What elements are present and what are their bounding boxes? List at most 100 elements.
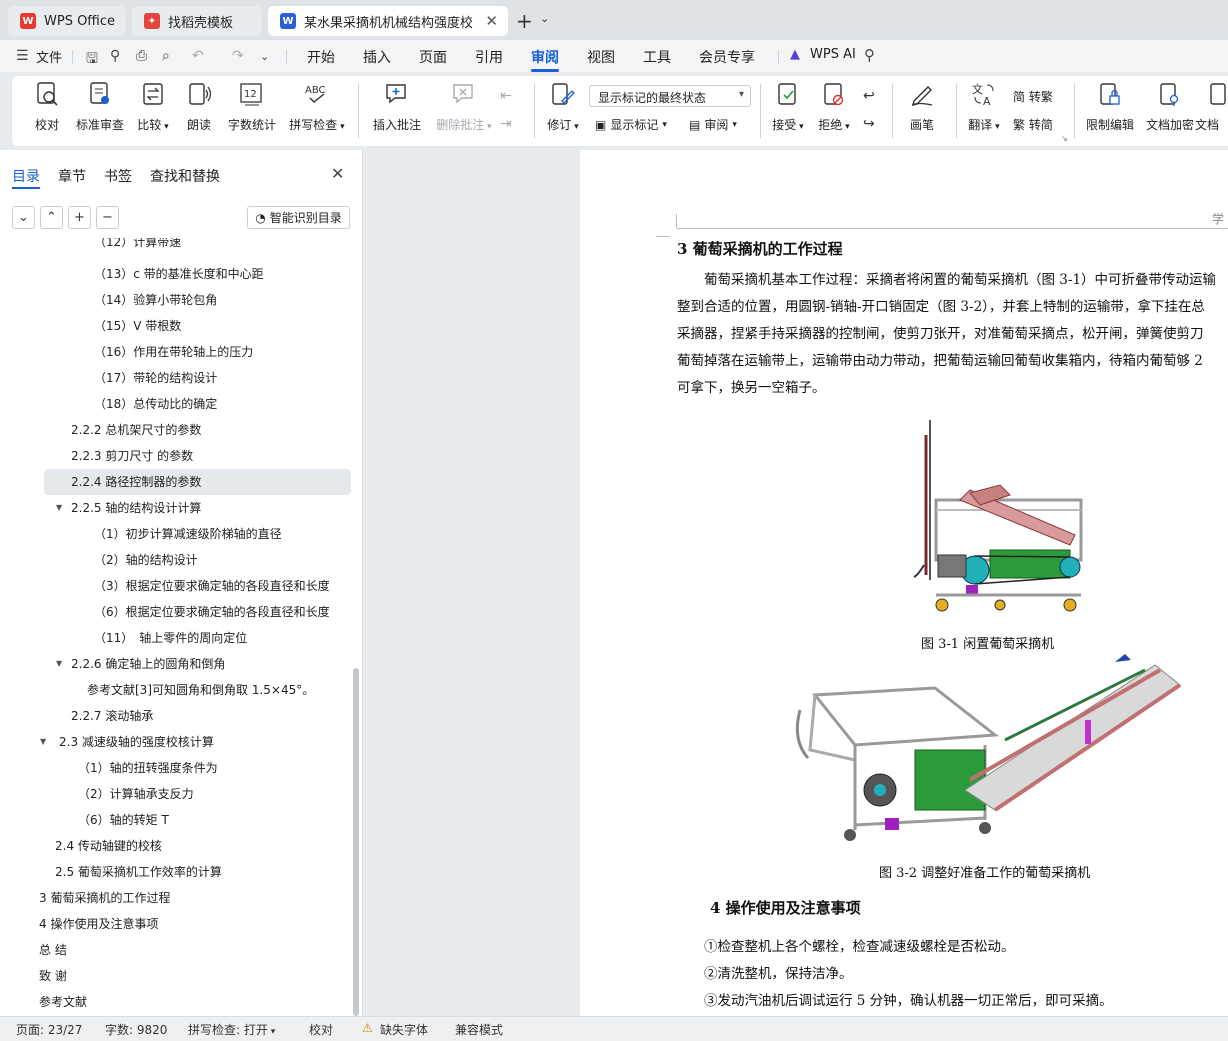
expand-group-icon[interactable]: ↘ [1061, 134, 1068, 143]
share-icon[interactable]: ⚲ [110, 48, 120, 64]
toc-scrollbar[interactable] [353, 668, 359, 1016]
menu-review[interactable]: 审阅 [531, 47, 559, 67]
menu-tools[interactable]: 工具 [643, 47, 671, 67]
restrict-edit-button[interactable]: 限制编辑 [1079, 80, 1141, 133]
add-heading-button[interactable]: + [68, 206, 91, 229]
menu-member[interactable]: 会员专享 [699, 47, 755, 67]
toc-item[interactable]: ▼ 2.2.5 轴的结构设计计算 [56, 495, 201, 521]
menu-insert[interactable]: 插入 [363, 47, 391, 67]
hamburger-menu-icon[interactable]: ☰ [16, 48, 29, 64]
menu-home[interactable]: 开始 [307, 47, 335, 67]
pen-button[interactable]: 画笔 [891, 80, 953, 133]
menu-view[interactable]: 视图 [587, 47, 615, 67]
redo-icon[interactable]: ↷ [232, 48, 244, 64]
toc-item[interactable]: ▼ 2.3 减速级轴的强度校核计算 [40, 729, 214, 755]
review-pane-button[interactable]: ▤ 审阅 ▾ [689, 116, 737, 133]
remove-heading-button[interactable]: − [96, 206, 119, 229]
toc-item[interactable]: 2.2.3 剪刀尺寸 的参数 [71, 443, 193, 469]
toc-item[interactable]: 总 结 [39, 937, 67, 963]
toc-item[interactable]: （13）c 带的基准长度和中心距 [94, 261, 264, 287]
toc-item[interactable]: （2）轴的结构设计 [94, 547, 198, 573]
expand-triangle-icon[interactable]: ▼ [56, 651, 62, 677]
nav-tab-find-replace[interactable]: 查找和替换 [150, 166, 220, 186]
paragraph-line: 整到合适的位置，用圆钢-销轴-开口销固定（图 3-2），并套上特制的运输带，拿下… [677, 299, 1205, 315]
previous-comment-icon[interactable]: ⇤ [500, 88, 512, 104]
show-markup-button[interactable]: ▣ 显示标记 ▾ [595, 116, 667, 133]
spell-check-status[interactable]: 拼写检查: 打开 ▾ [188, 1021, 275, 1038]
reject-button[interactable]: 拒绝 ▾ [803, 80, 865, 133]
document-more-button[interactable]: 文档 [1195, 80, 1228, 133]
print-icon[interactable]: ⎙ [136, 48, 147, 64]
toc-item[interactable]: （18）总传动比的确定 [94, 391, 217, 417]
menu-references[interactable]: 引用 [475, 47, 503, 67]
markup-state-select[interactable]: 显示标记的最终状态 ▾ [589, 85, 751, 107]
standard-review-icon [87, 80, 113, 108]
nav-tab-chapters[interactable]: 章节 [58, 166, 86, 186]
expand-triangle-icon[interactable]: ▼ [40, 729, 46, 755]
toc-item[interactable]: 2.2.2 总机架尺寸的参数 [71, 417, 201, 443]
simplified-to-traditional-button[interactable]: 简 转繁 [1013, 88, 1053, 105]
encrypt-document-button[interactable]: 文档加密 [1139, 80, 1201, 133]
proofread-status[interactable]: 校对 [309, 1021, 333, 1038]
insert-comment-button[interactable]: 插入批注 [366, 80, 428, 133]
chevron-down-icon[interactable]: ⌄ [540, 12, 549, 25]
toc-item[interactable]: 3 葡萄采摘机的工作过程 [39, 885, 170, 911]
smart-toc-button[interactable]: ◔ 智能识别目录 [247, 206, 350, 229]
toc-item[interactable]: （6）根据定位要求确定轴的各段直径和长度 [94, 599, 330, 625]
missing-font-status[interactable]: 缺失字体 [380, 1021, 428, 1038]
more-quick-actions-icon[interactable]: ⌄ [260, 50, 269, 63]
toc-item[interactable]: （6）轴的转矩 T [78, 807, 169, 833]
toc-item[interactable]: 2.5 葡萄采摘机工作效率的计算 [55, 859, 222, 885]
menu-file[interactable]: 文件 [36, 47, 62, 66]
page-indicator[interactable]: 页面: 23/27 [16, 1021, 82, 1038]
previous-change-icon[interactable]: ↩ [863, 88, 875, 104]
nav-tab-bookmarks[interactable]: 书签 [104, 166, 132, 186]
page-header-text: 学 [1212, 212, 1225, 226]
tab-wps-office[interactable]: W WPS Office [8, 6, 126, 36]
toc-item[interactable]: （16）作用在带轮轴上的压力 [94, 339, 253, 365]
compatibility-mode-status[interactable]: 兼容模式 [455, 1021, 503, 1038]
toc-item[interactable]: 2.2.7 滚动轴承 [71, 703, 153, 729]
toc-item[interactable]: 参考文献 [39, 989, 87, 1015]
toc-item[interactable]: 参考文献[3]可知圆角和倒角取 1.5×45°。 [87, 677, 314, 703]
word-count-indicator[interactable]: 字数: 9820 [105, 1021, 167, 1038]
toc-item[interactable]: ▼ 2.2.6 确定轴上的圆角和倒角 [56, 651, 225, 677]
translate-button[interactable]: 文A 翻译 ▾ [953, 80, 1015, 133]
word-count-button[interactable]: 12 字数统计 [221, 80, 283, 133]
traditional-to-simplified-button[interactable]: 繁 转简 [1013, 116, 1053, 133]
toc-item[interactable]: （11） 轴上零件的周向定位 [94, 625, 247, 651]
next-change-icon[interactable]: ↪ [863, 116, 875, 132]
toc-item[interactable]: （15）V 带根数 [94, 313, 181, 339]
menu-page[interactable]: 页面 [419, 47, 447, 67]
collapse-all-button[interactable]: ⌄ [12, 206, 35, 229]
toc-item[interactable]: （14）验算小带轮包角 [94, 287, 217, 313]
toc-item[interactable]: （1）轴的扭转强度条件为 [78, 755, 218, 781]
undo-icon[interactable]: ↶ [192, 48, 204, 64]
save-icon[interactable]: 🖫 [86, 48, 98, 72]
expand-up-button[interactable]: ⌃ [40, 206, 63, 229]
toc-item[interactable]: （3）根据定位要求确定轴的各段直径和长度 [94, 573, 330, 599]
close-tab-icon[interactable]: ✕ [485, 12, 498, 30]
new-tab-icon[interactable]: + [516, 9, 533, 33]
nav-tab-toc[interactable]: 目录 [12, 166, 40, 186]
close-icon[interactable]: ✕ [331, 164, 344, 183]
expand-triangle-icon[interactable]: ▼ [56, 495, 62, 521]
toc-item[interactable]: （2）计算轴承支反力 [78, 781, 194, 807]
document-page[interactable]: 学 3 葡萄采摘机的工作过程 葡萄采摘机基本工作过程：采摘者将闲置的葡萄采摘机（… [580, 150, 1228, 1016]
toc-item[interactable]: （1）初步计算减速级阶梯轴的直径 [94, 521, 282, 547]
toc-item[interactable]: 4 操作使用及注意事项 [39, 911, 158, 937]
tab-docer-templates[interactable]: ✦ 找稻壳模板 [132, 6, 262, 36]
next-comment-icon[interactable]: ⇥ [500, 116, 512, 132]
toc-item[interactable]: （17）带轮的结构设计 [94, 365, 217, 391]
toc-item[interactable]: （12）计算带速 [94, 238, 181, 255]
delete-comment-button[interactable]: 删除批注 ▾ [430, 80, 498, 133]
menu-wps-ai[interactable]: WPS AI [810, 47, 856, 62]
toc-item-selected[interactable]: 2.2.4 路径控制器的参数 [44, 469, 351, 495]
print-preview-icon[interactable]: ⌕ [162, 48, 170, 64]
track-changes-button[interactable]: 修订 ▾ [532, 80, 594, 133]
spell-check-button[interactable]: ABC 拼写检查 ▾ [282, 80, 352, 133]
tab-current-document[interactable]: W 某水果采摘机机械结构强度校核... ✕ [268, 6, 508, 36]
toc-item[interactable]: 致 谢 [39, 963, 67, 989]
search-icon[interactable]: ⚲ [864, 46, 875, 64]
toc-item[interactable]: 2.4 传动轴键的校核 [55, 833, 162, 859]
